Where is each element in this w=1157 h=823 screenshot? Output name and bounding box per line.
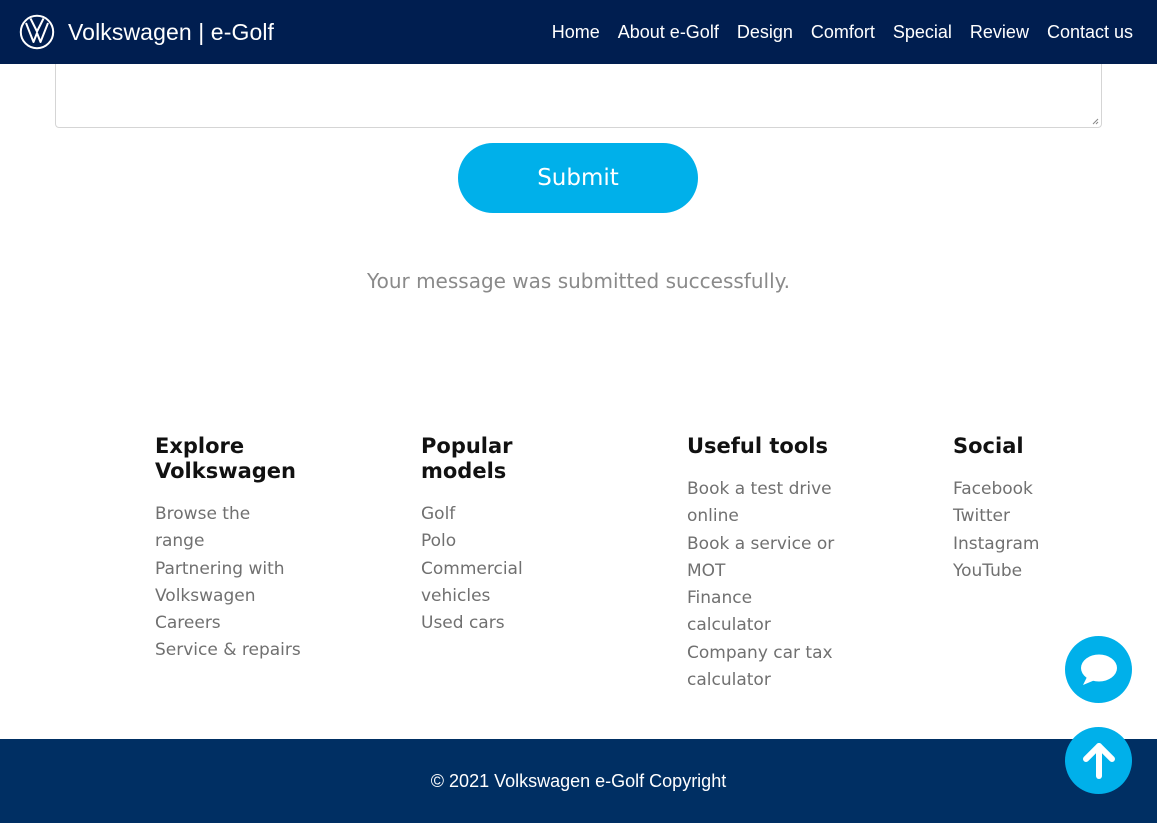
copyright-text: © 2021 Volkswagen e-Golf Copyright <box>430 770 727 791</box>
footer-column-social: Social Facebook Twitter Instagram YouTub… <box>953 434 1065 585</box>
footer-heading: Social <box>953 434 1024 458</box>
footer-link[interactable]: Browse the range <box>155 501 303 556</box>
footer-heading: Useful tools <box>687 434 828 458</box>
footer-link-youtube[interactable]: YouTube <box>953 558 1065 585</box>
footer-link-instagram[interactable]: Instagram <box>953 531 1065 558</box>
footer-heading: Popular models <box>421 434 513 483</box>
footer-link-facebook[interactable]: Facebook <box>953 476 1065 503</box>
submit-button[interactable]: Submit <box>458 143 698 213</box>
brand-link[interactable]: Volkswagen | e-Golf <box>19 14 274 50</box>
footer-link[interactable]: Used cars <box>421 610 533 637</box>
vw-logo-icon <box>19 14 55 50</box>
brand-name: Volkswagen | e-Golf <box>68 18 275 45</box>
footer-link[interactable]: Careers <box>155 610 303 637</box>
chat-bubble-icon <box>1080 654 1117 685</box>
footer-column-tools: Useful tools Book a test drive online Bo… <box>687 434 835 694</box>
chat-button[interactable] <box>1065 636 1132 703</box>
back-to-top-button[interactable] <box>1065 727 1132 794</box>
success-message: Your message was submitted successfully. <box>367 269 790 293</box>
nav-link-home[interactable]: Home <box>552 22 600 43</box>
footer-heading: Explore Volkswagen <box>155 434 296 483</box>
nav-link-comfort[interactable]: Comfort <box>811 22 875 43</box>
footer-link[interactable]: Polo <box>421 528 533 555</box>
main-nav: Home About e-Golf Design Comfort Special… <box>534 0 1133 64</box>
copyright-bar: © 2021 Volkswagen e-Golf Copyright <box>0 739 1157 823</box>
arrow-up-icon <box>1082 742 1115 779</box>
footer-link-twitter[interactable]: Twitter <box>953 503 1065 530</box>
footer-link[interactable]: Service & repairs <box>155 637 303 664</box>
footer-link[interactable]: Golf <box>421 501 533 528</box>
footer-link[interactable]: Partnering with Volkswagen <box>155 556 303 611</box>
footer-column-explore: Explore Volkswagen Browse the range Part… <box>155 434 303 665</box>
footer-column-models: Popular models Golf Polo Commercial vehi… <box>421 434 533 637</box>
nav-link-special[interactable]: Special <box>893 22 952 43</box>
nav-link-about[interactable]: About e-Golf <box>618 22 719 43</box>
nav-link-review[interactable]: Review <box>970 22 1029 43</box>
resize-grip-icon[interactable] <box>1091 117 1099 125</box>
footer-link[interactable]: Book a service or MOT <box>687 531 835 586</box>
footer-link[interactable]: Finance calculator <box>687 585 835 640</box>
nav-link-contact[interactable]: Contact us <box>1047 22 1133 43</box>
footer-link[interactable]: Commercial vehicles <box>421 556 533 611</box>
footer-link[interactable]: Book a test drive online <box>687 476 835 531</box>
top-navbar: Volkswagen | e-Golf Home About e-Golf De… <box>0 0 1157 64</box>
nav-link-design[interactable]: Design <box>737 22 793 43</box>
footer-link[interactable]: Company car tax calculator <box>687 640 835 695</box>
